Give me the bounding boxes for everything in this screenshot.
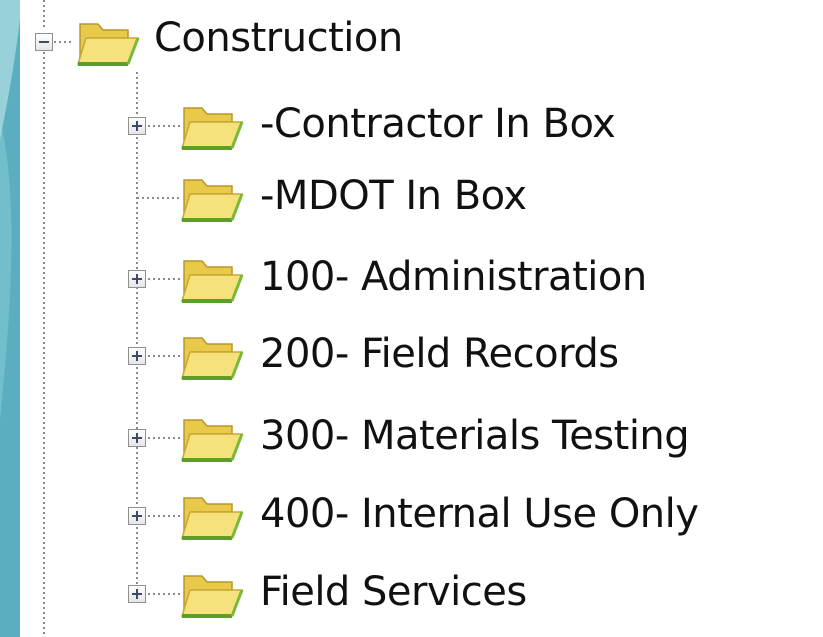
- collapse-toggle[interactable]: [35, 33, 53, 51]
- tree-node-label: -MDOT In Box: [260, 173, 527, 219]
- open-folder-icon: [180, 337, 244, 380]
- open-folder-icon: [180, 575, 244, 618]
- tree-node-label: 300- Materials Testing: [260, 413, 690, 459]
- expand-toggle[interactable]: [128, 507, 146, 525]
- tree-node-mdot-in-box[interactable]: -MDOT In Box: [20, 170, 640, 226]
- folder-tree-panel: Construction -Contractor In Box -MDOT In…: [20, 0, 823, 637]
- tree-node-contractor-in-box[interactable]: -Contractor In Box: [20, 98, 740, 154]
- tree-node-construction[interactable]: Construction: [20, 14, 540, 70]
- expand-toggle[interactable]: [128, 117, 146, 135]
- open-folder-icon: [180, 260, 244, 303]
- expand-toggle[interactable]: [128, 429, 146, 447]
- tree-node-200-field-records[interactable]: 200- Field Records: [20, 328, 720, 384]
- expand-toggle[interactable]: [128, 270, 146, 288]
- tree-node-label: Field Services: [260, 569, 527, 615]
- tree-node-field-services[interactable]: Field Services: [20, 566, 640, 622]
- tree-node-label: 400- Internal Use Only: [260, 491, 699, 537]
- open-folder-icon: [76, 23, 140, 66]
- tree-node-label: 200- Field Records: [260, 331, 619, 377]
- expand-toggle[interactable]: [128, 347, 146, 365]
- open-folder-icon: [180, 419, 244, 462]
- expand-toggle[interactable]: [128, 585, 146, 603]
- tree-node-300-materials-testing[interactable]: 300- Materials Testing: [20, 410, 800, 466]
- open-folder-icon: [180, 497, 244, 540]
- tree-node-100-administration[interactable]: 100- Administration: [20, 251, 760, 307]
- tree-node-400-internal-use-only[interactable]: 400- Internal Use Only: [20, 488, 800, 544]
- open-folder-icon: [180, 107, 244, 150]
- tree-node-label: Construction: [154, 15, 403, 61]
- tree-node-label: 100- Administration: [260, 254, 647, 300]
- tree-node-label: -Contractor In Box: [260, 101, 616, 147]
- open-folder-icon: [180, 179, 244, 222]
